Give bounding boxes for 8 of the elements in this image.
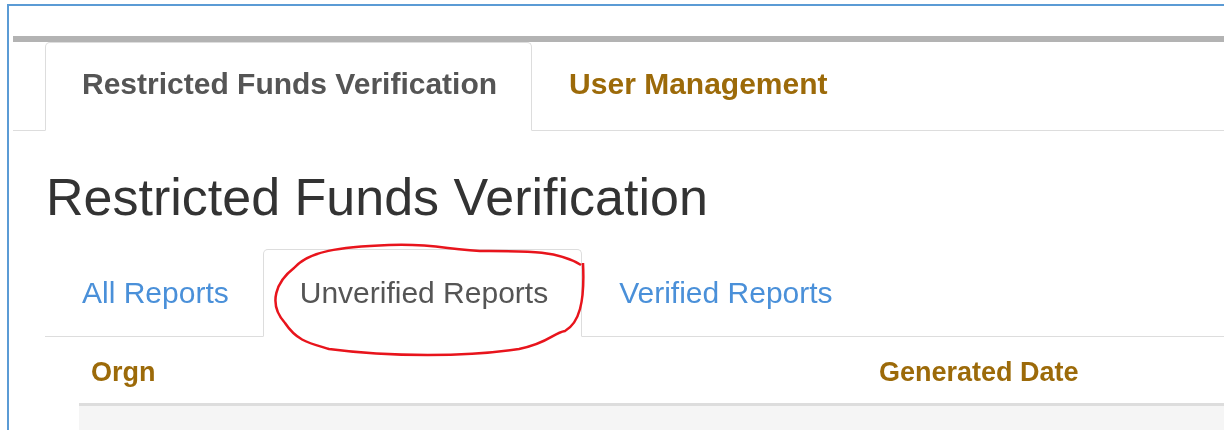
report-tab[interactable]: Unverified Reports (262, 249, 583, 337)
report-tab[interactable]: Verified Reports (582, 249, 867, 337)
column-header: Generated Date (879, 357, 1080, 389)
column-header: Orgn (91, 357, 157, 389)
report-tab[interactable]: All Reports (45, 249, 263, 337)
page-heading: Restricted Funds Verification (46, 167, 709, 227)
main-tab[interactable]: Restricted Funds Verification (45, 42, 533, 131)
main-tab[interactable]: User Management (532, 42, 863, 131)
